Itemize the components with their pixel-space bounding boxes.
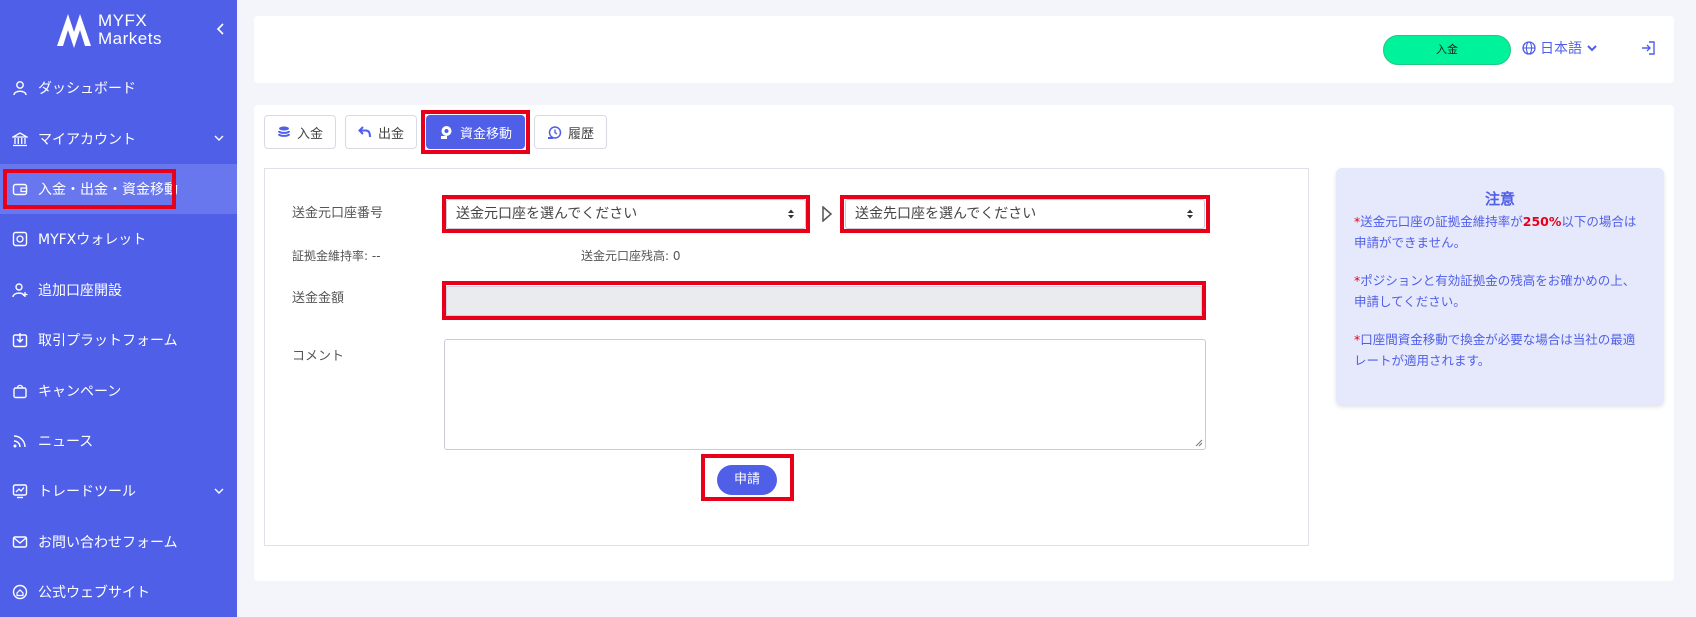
- highlight-box: [442, 281, 1206, 320]
- notice-item: *口座間資金移動で換金が必要な場合は当社の最適レートが適用されます。: [1354, 329, 1646, 371]
- transfer-form: 送金元口座番号 送金元口座を選んでください 送金先口座を選んでください 証拠金維…: [264, 168, 1309, 546]
- source-account-label: 送金元口座番号: [292, 206, 384, 221]
- sidebar-item-my-account[interactable]: マイアカウント: [0, 113, 237, 163]
- brand-line2: Markets: [98, 29, 162, 48]
- download-icon: [12, 332, 28, 348]
- chart-icon: [12, 483, 28, 499]
- sidebar-item-trade-tools[interactable]: トレードツール: [0, 466, 237, 516]
- sidebar-item-label: トレードツール: [38, 484, 136, 501]
- rss-icon: [12, 433, 28, 449]
- notice-text: 送金元口座の証拠金維持率が: [1360, 214, 1523, 229]
- source-balance-text: 送金元口座残高: 0: [581, 249, 681, 263]
- mail-icon: [12, 534, 28, 550]
- tab-history[interactable]: 履歴: [534, 115, 608, 149]
- sidebar-item-deposit-withdraw-transfer[interactable]: 入金・出金・資金移動: [0, 163, 237, 215]
- language-selector[interactable]: 日本語: [1522, 38, 1602, 58]
- undo-icon: [358, 126, 372, 138]
- sidebar-item-myfx-wallet[interactable]: MYFXウォレット: [0, 214, 237, 264]
- notice-text: 口座間資金移動で換金が必要な場合は当社の最適レートが適用されます。: [1354, 332, 1636, 368]
- sidebar-item-label: ニュース: [38, 433, 94, 450]
- language-label: 日本語: [1540, 41, 1582, 57]
- highlight-box: [442, 195, 810, 233]
- notice-panel: 注意 *送金元口座の証拠金維持率が250%以下の場合は申請ができません。 *ポジ…: [1336, 168, 1664, 405]
- notice-title: 注意: [1484, 190, 1515, 208]
- arrow-right-icon: [822, 206, 833, 222]
- comment-textarea[interactable]: [444, 339, 1206, 450]
- safe-icon: [12, 231, 28, 247]
- tab-transfer[interactable]: 資金移動: [421, 110, 531, 154]
- sidebar-item-official-site[interactable]: 公式ウェブサイト: [0, 567, 237, 617]
- globe-home-icon: [12, 584, 28, 600]
- chevron-down-icon: [214, 488, 224, 495]
- user-add-icon: [12, 282, 28, 298]
- history-icon: [548, 125, 562, 139]
- brand-logo[interactable]: MYFX Markets: [55, 10, 185, 52]
- tab-label: 出金: [378, 126, 405, 142]
- coins-icon: [278, 126, 290, 137]
- sidebar-item-label: 追加口座開設: [38, 282, 122, 299]
- highlight-box: [421, 110, 531, 154]
- top-header: 入金 日本語: [254, 16, 1674, 83]
- tab-deposit[interactable]: 入金: [264, 115, 337, 149]
- sidebar-item-label: マイアカウント: [38, 131, 136, 148]
- tab-label: 入金: [297, 126, 324, 142]
- sidebar-item-label: お問い合わせフォーム: [38, 534, 178, 551]
- highlight-box: [701, 454, 794, 501]
- sidebar-item-open-account[interactable]: 追加口座開設: [0, 265, 237, 315]
- brand-line1: MYFX: [98, 11, 148, 30]
- chevron-down-icon: [1587, 45, 1597, 52]
- sidebar-item-dashboard[interactable]: ダッシュボード: [0, 63, 237, 113]
- sidebar-item-news[interactable]: ニュース: [0, 416, 237, 466]
- globe-icon: [1522, 41, 1536, 55]
- notice-item: *ポジションと有効証拠金の残高をお確かめの上、申請してください。: [1354, 270, 1646, 312]
- highlight-box: [3, 168, 176, 209]
- sidebar-item-platform[interactable]: 取引プラットフォーム: [0, 315, 237, 365]
- notice-text: ポジションと有効証拠金の残高をお確かめの上、申請してください。: [1354, 273, 1636, 309]
- deposit-button[interactable]: 入金: [1383, 35, 1511, 65]
- sidebar-nav: ダッシュボード マイアカウント 入金・出金・資金移動 MYFXウォレット 追加口…: [0, 63, 237, 617]
- user-icon: [12, 80, 28, 96]
- sidebar: MYFX Markets ダッシュボード マイアカウント 入金・出金・資金移動: [0, 0, 237, 617]
- sidebar-item-label: ダッシュボード: [38, 81, 136, 98]
- chevron-down-icon: [214, 135, 224, 142]
- brand-name: MYFX Markets: [98, 12, 162, 48]
- notice-item: *送金元口座の証拠金維持率が250%以下の場合は申請ができません。: [1354, 211, 1646, 253]
- tab-label: 履歴: [568, 126, 595, 142]
- highlight-box: [840, 195, 1210, 233]
- sidebar-item-label: MYFXウォレット: [38, 232, 147, 249]
- sidebar-item-label: 取引プラットフォーム: [38, 333, 178, 350]
- sidebar-item-label: キャンペーン: [38, 383, 122, 400]
- bank-icon: [12, 131, 28, 147]
- tab-withdraw[interactable]: 出金: [345, 115, 418, 149]
- tab-bar: 入金 出金 資金移動 履歴: [264, 110, 616, 154]
- gift-bag-icon: [12, 383, 28, 399]
- sidebar-item-campaign[interactable]: キャンペーン: [0, 365, 237, 415]
- resize-handle-icon[interactable]: [1195, 439, 1203, 447]
- comment-label: コメント: [292, 349, 345, 364]
- sidebar-item-label: 公式ウェブサイト: [38, 585, 150, 602]
- margin-rate-text: 証拠金維持率: --: [292, 249, 381, 263]
- notice-emphasis: 250%: [1522, 214, 1562, 229]
- myfx-logo-icon: [57, 14, 91, 48]
- chevron-left-icon[interactable]: [214, 20, 228, 38]
- amount-label: 送金金額: [292, 291, 345, 306]
- logout-icon[interactable]: [1640, 40, 1656, 56]
- sidebar-item-contact[interactable]: お問い合わせフォーム: [0, 517, 237, 567]
